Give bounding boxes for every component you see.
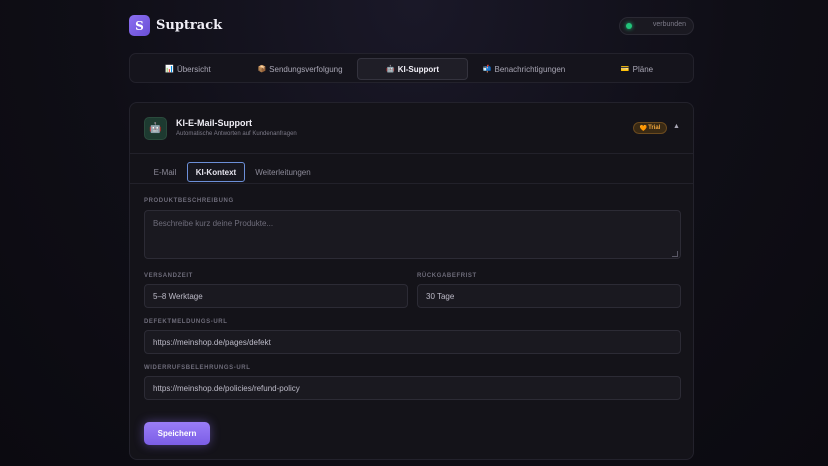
- withdrawal-url-input[interactable]: [144, 376, 681, 400]
- mailbox-icon: 📬: [482, 66, 492, 73]
- tab-overview[interactable]: 📊 Übersicht: [138, 58, 238, 80]
- defect-url-input[interactable]: [144, 330, 681, 354]
- package-icon: 📦: [257, 66, 267, 73]
- orange-heart-icon: 🧡: [639, 125, 648, 132]
- tab-label: Pläne: [632, 64, 654, 74]
- robot-icon: 🤖: [385, 66, 395, 73]
- app-header: S Suptrack verbunden: [129, 15, 694, 37]
- product-description-textarea[interactable]: [144, 210, 681, 259]
- tab-label: Sendungsverfolgung: [269, 64, 343, 74]
- resize-handle-icon[interactable]: [672, 251, 678, 257]
- tab-notifications[interactable]: 📬 Benachrichtigungen: [473, 58, 575, 80]
- card-subtitle: Automatische Antworten auf Kundenanfrage…: [176, 131, 297, 137]
- tab-shipment-tracking[interactable]: 📦 Sendungsverfolgung: [248, 58, 352, 80]
- shipping-time-label: VERSANDZEIT: [144, 273, 193, 279]
- subtab-ai-context[interactable]: KI-Kontext: [187, 162, 245, 182]
- logo: S: [129, 15, 150, 36]
- trial-label: Trial: [648, 125, 661, 131]
- ai-email-support-card: 🤖 KI-E-Mail-Support Automatische Antwort…: [129, 102, 694, 460]
- tab-label: KI-Support: [397, 64, 440, 74]
- sub-tabs: E-Mail KI-Kontext Weiterleitungen: [130, 154, 693, 184]
- tab-ai-support[interactable]: 🤖 KI-Support: [357, 58, 468, 80]
- robot-icon: 🤖: [144, 117, 167, 140]
- shipping-time-input[interactable]: [144, 284, 408, 308]
- trial-badge: 🧡 Trial: [633, 122, 667, 134]
- subtab-forwarding[interactable]: Weiterleitungen: [252, 162, 314, 182]
- status-dot-icon: [626, 23, 632, 29]
- main-tabs: 📊 Übersicht 📦 Sendungsverfolgung 🤖 KI-Su…: [129, 53, 694, 83]
- withdrawal-url-label: WIDERRUFSBELEHRUNGS-URL: [144, 365, 251, 371]
- return-period-label: RÜCKGABEFRIST: [417, 273, 477, 279]
- tab-label: Benachrichtigungen: [494, 64, 566, 74]
- connection-status-badge: verbunden: [619, 17, 694, 35]
- brand-name: Suptrack: [156, 18, 223, 33]
- return-period-input[interactable]: [417, 284, 681, 308]
- status-text: verbunden: [652, 21, 686, 28]
- card-header[interactable]: 🤖 KI-E-Mail-Support Automatische Antwort…: [130, 103, 693, 154]
- subtab-email[interactable]: E-Mail: [148, 162, 182, 182]
- credit-card-icon: 💳: [620, 66, 630, 73]
- tab-plans[interactable]: 💳 Pläne: [588, 58, 686, 80]
- tab-label: Übersicht: [176, 64, 211, 74]
- product-description-label: PRODUKTBESCHREIBUNG: [144, 198, 234, 204]
- save-button[interactable]: Speichern: [144, 422, 210, 445]
- card-title: KI-E-Mail-Support: [176, 118, 252, 128]
- collapse-chevron-icon[interactable]: ▲: [673, 123, 680, 130]
- defect-url-label: DEFEKTMELDUNGS-URL: [144, 319, 228, 325]
- chart-icon: 📊: [165, 66, 174, 73]
